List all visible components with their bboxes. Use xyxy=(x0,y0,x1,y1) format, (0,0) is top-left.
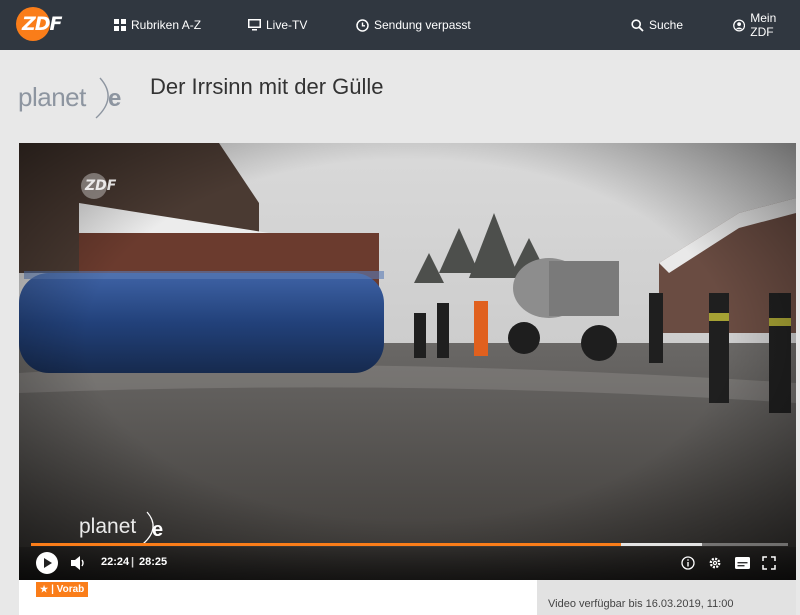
subtitles-button[interactable] xyxy=(733,554,751,572)
star-icon: ★ xyxy=(40,584,49,594)
watermark-planet-letter: e xyxy=(152,519,163,541)
planet-e-brand-logo[interactable]: planet e xyxy=(18,74,128,119)
volume-button[interactable] xyxy=(69,554,89,572)
tv-icon xyxy=(248,19,261,31)
user-icon xyxy=(733,19,746,31)
play-button[interactable] xyxy=(36,552,58,574)
video-player[interactable]: ZDF planet e 22:24 | 28:25 xyxy=(19,143,796,580)
video-progress-bar[interactable] xyxy=(31,543,788,546)
video-planet-e-watermark: planet e xyxy=(79,511,163,545)
video-zdf-watermark: ZDF xyxy=(81,173,131,201)
nav-mein-zdf[interactable]: Mein ZDF xyxy=(733,11,800,39)
nav-live-label: Live-TV xyxy=(266,18,308,32)
subtitles-icon xyxy=(734,557,750,569)
badge-label: | Vorab xyxy=(51,584,85,595)
page-title: Der Irrsinn mit der Gülle xyxy=(150,74,384,99)
nav-sendung-verpasst[interactable]: Sendung verpasst xyxy=(356,16,471,34)
time-separator: | xyxy=(131,556,135,568)
fullscreen-icon xyxy=(762,556,776,570)
brand-letter: e xyxy=(108,85,121,112)
vorab-badge: ★ | Vorab xyxy=(36,582,89,597)
watermark-arc-icon: e xyxy=(142,511,163,545)
speaker-icon xyxy=(71,556,84,570)
watermark-text: ZDF xyxy=(85,178,117,194)
zdf-logo[interactable]: ZDF xyxy=(16,7,76,41)
settings-button[interactable] xyxy=(706,554,724,572)
duration: 28:25 xyxy=(139,556,168,568)
nav-verpasst-label: Sendung verpasst xyxy=(374,18,471,32)
fullscreen-button[interactable] xyxy=(760,554,778,572)
watermark-planet-word: planet xyxy=(79,515,137,538)
search-icon xyxy=(631,18,644,32)
nav-suche-label: Suche xyxy=(649,18,684,32)
nav-rubriken-a-z[interactable]: Rubriken A-Z xyxy=(114,16,201,34)
clock-icon xyxy=(356,18,369,32)
gear-icon xyxy=(709,557,721,569)
logo-text: ZDF xyxy=(22,13,63,35)
info-button[interactable] xyxy=(679,554,697,572)
brand-word: planet xyxy=(18,82,86,112)
info-icon xyxy=(681,556,695,570)
nav-suche[interactable]: Suche xyxy=(631,16,683,34)
top-navigation: ZDF Rubriken A-Z Live-TV Sendung verpass… xyxy=(0,0,800,50)
play-icon xyxy=(44,558,52,568)
video-controls: 22:24 | 28:25 xyxy=(19,547,796,580)
availability-text: Video verfügbar bis 16.03.2019, 11:00 xyxy=(548,598,734,610)
grid-icon xyxy=(114,19,126,31)
brand-arc-icon: e xyxy=(95,77,121,119)
episode-info-panel xyxy=(19,580,537,615)
nav-mein-label: Mein ZDF xyxy=(750,11,777,39)
progress-played xyxy=(31,543,621,546)
nav-live-tv[interactable]: Live-TV xyxy=(248,16,307,34)
current-time: 22:24 xyxy=(101,556,130,568)
nav-rubriken-label: Rubriken A-Z xyxy=(131,18,202,32)
